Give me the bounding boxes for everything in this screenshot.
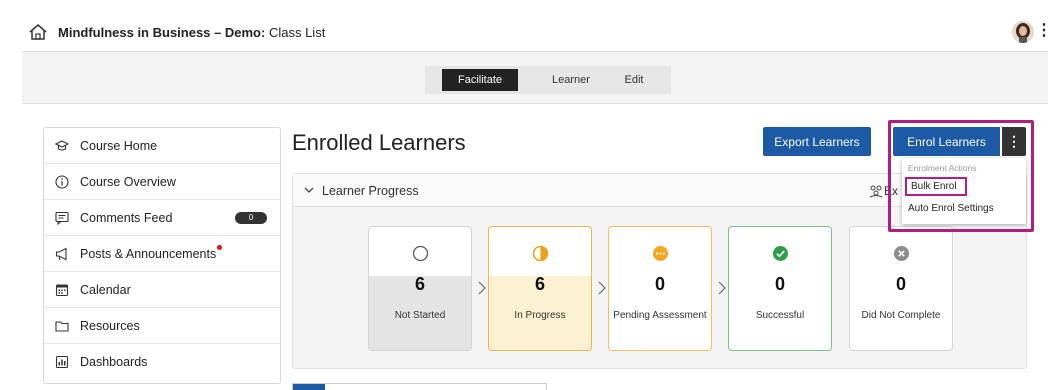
breadcrumb: Mindfulness in Business – Demo: Class Li… — [58, 25, 325, 40]
status-card-did-not-complete[interactable]: 0 Did Not Complete — [849, 226, 953, 351]
top-bar: Mindfulness in Business – Demo: Class Li… — [22, 14, 1052, 52]
sidebar: Course Home Course Overview Comments Fee… — [43, 127, 281, 384]
megaphone-icon — [55, 247, 69, 261]
comments-icon — [55, 211, 69, 225]
bottom-tab-accent — [293, 384, 325, 390]
sidebar-item-resources[interactable]: Resources — [44, 308, 280, 344]
card-label: Not Started — [394, 310, 446, 321]
card-count: 6 — [414, 274, 425, 294]
chevron-down-icon[interactable] — [303, 184, 315, 196]
pending-dots-icon — [653, 246, 668, 261]
sidebar-item-label: Course Overview — [80, 174, 176, 189]
card-count: 0 — [654, 274, 665, 294]
status-card-pending-assessment[interactable]: 0 Pending Assessment — [608, 226, 712, 351]
sidebar-item-comments-feed[interactable]: Comments Feed 0 — [44, 200, 280, 236]
sidebar-item-course-overview[interactable]: Course Overview — [44, 164, 280, 200]
bottom-section-tab[interactable] — [292, 383, 547, 390]
status-card-successful[interactable]: 0 Successful — [728, 226, 832, 351]
card-label: In Progress — [514, 310, 566, 321]
card-count: 6 — [534, 274, 545, 294]
home-icon[interactable] — [28, 22, 48, 42]
graduation-cap-icon — [55, 139, 69, 153]
card-label: Pending Assessment — [613, 310, 707, 321]
export-learners-button[interactable]: Export Learners — [763, 127, 871, 156]
chevron-right-icon — [478, 281, 486, 295]
card-count: 0 — [895, 274, 906, 294]
card-count: 0 — [774, 274, 785, 294]
sidebar-item-posts-announcements[interactable]: Posts & Announcements — [44, 236, 280, 272]
info-icon — [55, 174, 69, 189]
page-name: Class List — [268, 25, 326, 40]
chevron-right-icon — [598, 281, 606, 295]
dashboard-icon — [55, 355, 69, 369]
sidebar-item-label: Resources — [80, 318, 140, 333]
course-title[interactable]: Mindfulness in Business – Demo: — [58, 25, 265, 40]
sidebar-item-course-home[interactable]: Course Home — [44, 128, 280, 164]
sidebar-item-label: Course Home — [80, 138, 158, 153]
view-switcher-bar: Facilitate Learner Edit — [22, 52, 1048, 104]
chevron-right-icon — [718, 281, 726, 295]
highlight-frame — [888, 120, 1034, 232]
tab-learner[interactable]: Learner — [536, 66, 606, 94]
calendar-icon — [55, 283, 69, 297]
card-label: Successful — [755, 310, 805, 321]
folder-icon — [55, 319, 69, 333]
check-circle-icon — [773, 246, 788, 261]
status-card-not-started[interactable]: 6 Not Started — [368, 226, 472, 351]
unread-indicator — [217, 245, 223, 250]
sidebar-item-label: Comments Feed — [80, 210, 173, 225]
card-label: Did Not Complete — [861, 310, 941, 321]
sidebar-item-label: Posts & Announcements — [80, 246, 217, 261]
tab-facilitate[interactable]: Facilitate — [442, 69, 518, 91]
sidebar-item-dashboards[interactable]: Dashboards — [44, 344, 280, 380]
status-card-in-progress[interactable]: 6 In Progress — [488, 226, 592, 351]
sidebar-item-label: Calendar — [80, 282, 131, 297]
comments-count-badge: 0 — [235, 212, 267, 224]
x-circle-icon — [894, 246, 909, 261]
learner-progress-title: Learner Progress — [322, 184, 419, 198]
empty-circle-icon — [412, 245, 429, 262]
half-circle-icon — [532, 245, 549, 262]
sidebar-item-label: Dashboards — [80, 355, 148, 369]
view-tabs: Facilitate Learner Edit — [425, 66, 671, 94]
group-icon[interactable] — [869, 184, 883, 198]
sidebar-item-calendar[interactable]: Calendar — [44, 272, 280, 308]
page-title: Enrolled Learners — [292, 130, 466, 155]
avatar[interactable] — [1012, 21, 1034, 43]
tab-edit[interactable]: Edit — [614, 66, 654, 94]
more-options-icon[interactable]: ⋮ — [1036, 22, 1052, 40]
